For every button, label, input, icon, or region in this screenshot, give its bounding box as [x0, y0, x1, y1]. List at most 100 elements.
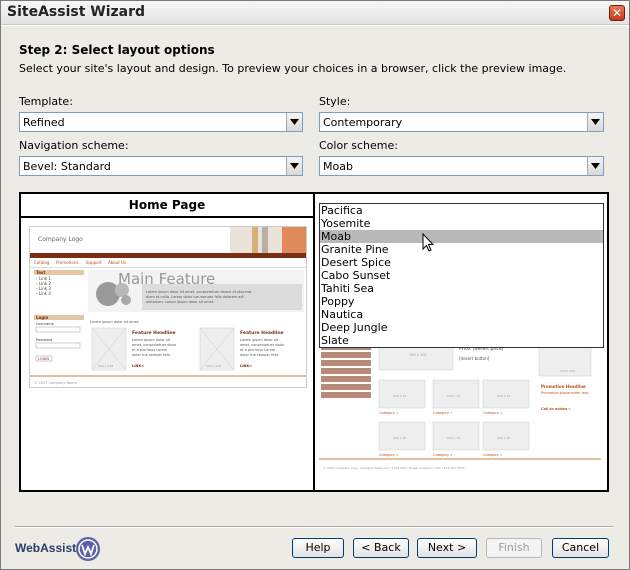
mouse-cursor-icon [422, 233, 435, 252]
category-link: Category » [433, 411, 452, 415]
step-title: Step 2: Select layout options [19, 43, 215, 57]
color-option[interactable]: Tahiti Sea [320, 282, 603, 295]
product-basket: [desert button] [459, 356, 490, 361]
thumb-company-logo: Company Logo [38, 236, 83, 243]
svg-text:amet, consectetuer dolor: amet, consectetuer dolor [240, 343, 285, 347]
thumb-copyright: © 2007 Company Name [34, 381, 77, 385]
call-to-action: Call to action » [541, 407, 571, 411]
style-select[interactable]: Contemporary [319, 112, 604, 132]
navigation-value: Bevel: Standard [23, 160, 111, 173]
thumb-nav-3: About Us [108, 260, 126, 265]
category-link: Category » [433, 453, 452, 457]
thumb-username: Username [36, 322, 54, 326]
home-thumbnail-graphic: Company Logo Catalog Promotions Support … [30, 227, 306, 385]
webassist-logo-icon [76, 537, 100, 561]
product-image-size: 120 x 75 [447, 436, 460, 440]
cancel-button[interactable]: Cancel [552, 538, 609, 558]
thumb-headline-1: Feature Headline [132, 330, 176, 336]
thumb-headline-2: Feature Headline [240, 330, 284, 336]
svg-text:et a plurimus Lorem: et a plurimus Lorem [240, 348, 276, 352]
back-button[interactable]: < Back [353, 538, 409, 558]
product-image-size: 120 x 75 [497, 436, 510, 440]
thumb-img-size-2: 150 x 120 [206, 364, 221, 368]
preview-pane-home: Home Page Company Logo Catalog Promotion… [21, 194, 315, 490]
color-option[interactable]: Cabo Sunset [320, 269, 603, 282]
color-scheme-dropdown-list[interactable]: Pacifica Yosemite Moab Granite Pine Desert S… [319, 203, 604, 348]
color-option[interactable]: Slate [320, 334, 603, 347]
svg-text:150 x 100: 150 x 100 [560, 369, 575, 373]
wizard-window: SiteAssist Wizard ✕ Step 2: Select layou… [0, 0, 630, 570]
color-option[interactable]: Nautica [320, 308, 603, 321]
svg-text:dolor tue semper felis: dolor tue semper felis [132, 353, 171, 357]
wizard-body: Step 2: Select layout options Select you… [1, 26, 629, 569]
thumb-img-size-1: 150 x 120 [98, 364, 113, 368]
finish-button: Finish [486, 538, 542, 558]
thumb-sidebar-title: Text [36, 270, 45, 275]
svg-text:Lorem ipsum dolor sit: Lorem ipsum dolor sit [132, 338, 171, 342]
svg-text:amet, consectetuer dolor: amet, consectetuer dolor [132, 343, 177, 347]
svg-text:Lorem ipsum dolor sit amet.: Lorem ipsum dolor sit amet. [90, 320, 139, 324]
svg-text:diam et nulla. Lorem dolor tue: diam et nulla. Lorem dolor tue semper fe… [146, 295, 244, 299]
chevron-down-icon[interactable] [587, 157, 603, 175]
color-option[interactable]: Poppy [320, 295, 603, 308]
svg-text:› Link 4: › Link 4 [36, 291, 51, 296]
product-image-size: 120 x 75 [497, 394, 510, 398]
logo-text: WebAssist [15, 541, 77, 555]
category-link: Category » [483, 453, 502, 457]
product-image-size: 120 x 75 [393, 394, 406, 398]
category-link: Category » [483, 411, 502, 415]
product-image-size: 120 x 75 [447, 394, 460, 398]
thumb-link-text-2: LINK> [240, 364, 252, 368]
help-button[interactable]: Help [292, 538, 344, 558]
svg-text:Lorem ipsum dolor sit: Lorem ipsum dolor sit [240, 338, 279, 342]
product-grid: 120 x 75 Category » 120 x 75 Category » 120 … [378, 379, 530, 457]
thumb-nav-2: Support [86, 260, 102, 265]
style-value: Contemporary [323, 116, 403, 129]
close-button[interactable]: ✕ [609, 5, 625, 21]
category-link: Category » [379, 453, 398, 457]
thumb-password: Password [36, 338, 52, 342]
step-description: Select your site's layout and design. To… [19, 62, 567, 75]
thumb-link-3: Link 4 [39, 291, 51, 296]
svg-text:dolor tue semper felis: dolor tue semper felis [240, 353, 279, 357]
navigation-select[interactable]: Bevel: Standard [19, 156, 303, 176]
chevron-down-icon[interactable] [587, 113, 603, 131]
thumb-login-title: Login [36, 315, 49, 320]
preview-thumbnail-home[interactable]: Company Logo Catalog Promotions Support … [29, 226, 307, 388]
chevron-down-icon[interactable] [286, 113, 302, 131]
color-value: Moab [323, 160, 353, 173]
template-value: Refined [23, 116, 65, 129]
product-image-size: 120 x 75 [393, 436, 406, 440]
color-option[interactable]: Deep Jungle [320, 321, 603, 334]
thumb-feature-title: Main Feature [118, 270, 215, 288]
thumb-nav-0: Catalog [34, 260, 50, 265]
color-option[interactable]: Moab [320, 230, 603, 243]
color-option[interactable]: Granite Pine [320, 243, 603, 256]
color-label: Color scheme: [319, 139, 398, 152]
thumb-link-text-1: LINK> [132, 364, 144, 368]
chevron-down-icon[interactable] [286, 157, 302, 175]
window-title: SiteAssist Wizard [7, 4, 146, 20]
color-option[interactable]: Pacifica [320, 204, 603, 217]
promo-text: Promotion placeholder text. [541, 391, 590, 395]
promo-title: Promotion Headline [541, 384, 586, 389]
title-bar: SiteAssist Wizard ✕ [1, 1, 629, 25]
product-img-large: 150 x 100 [409, 353, 427, 357]
footer-divider [15, 526, 613, 528]
color-option[interactable]: Yosemite [320, 217, 603, 230]
category-link: Category » [379, 411, 398, 415]
svg-text:et a plurimus Lorem: et a plurimus Lorem [132, 348, 168, 352]
template-select[interactable]: Refined [19, 112, 303, 132]
color-select[interactable]: Moab [319, 156, 604, 176]
svg-text:Lorem ipsum dolor sit amet, co: Lorem ipsum dolor sit amet, consectetuer… [146, 290, 252, 294]
style-label: Style: [319, 95, 351, 108]
preview-header-home: Home Page [21, 194, 313, 218]
template-label: Template: [19, 95, 73, 108]
next-button[interactable]: Next > [417, 538, 477, 558]
color-option[interactable]: Desert Spice [320, 256, 603, 269]
navigation-label: Navigation scheme: [19, 139, 129, 152]
thumb-nav-1: Promotions [56, 260, 78, 265]
product-footer: © 2007 Company Logo. All Rights Reserved… [323, 466, 465, 470]
svg-text:anitonum. Lorem ipsum dolor si: anitonum. Lorem ipsum dolor sit amet. [146, 300, 214, 304]
thumb-login-btn: LOGIN [38, 357, 49, 361]
